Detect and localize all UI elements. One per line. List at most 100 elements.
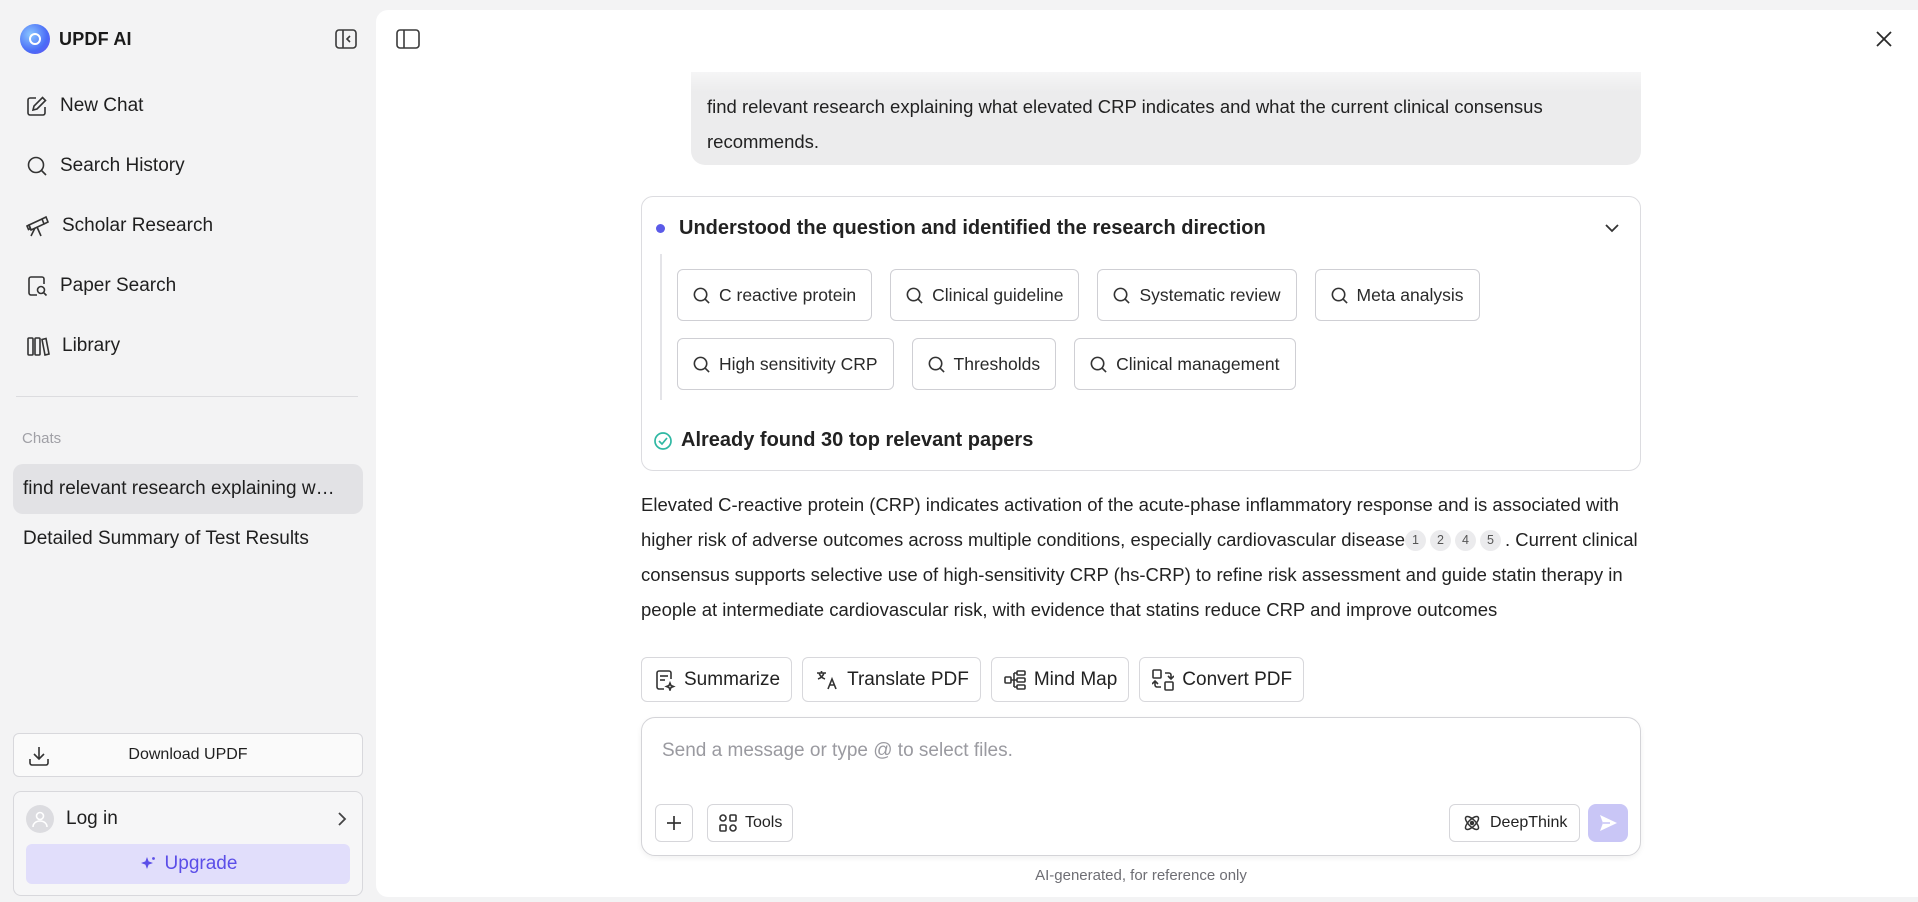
convert-pdf-button[interactable]: Convert PDF [1139, 657, 1305, 702]
edit-icon [27, 96, 47, 116]
plus-icon [667, 816, 681, 830]
upgrade-button[interactable]: Upgrade [26, 844, 350, 884]
chat-panel: find relevant research explaining what e… [376, 10, 1918, 897]
citation-badge[interactable]: 4 [1455, 529, 1477, 551]
search-icon [928, 356, 945, 373]
keyword-label: C reactive protein [719, 284, 857, 305]
collapse-sidebar-button[interactable] [334, 28, 358, 50]
research-header: Understood the question and identified t… [656, 217, 1266, 240]
keyword-label: Clinical management [1116, 353, 1280, 374]
action-label: Mind Map [1033, 668, 1118, 690]
chat-item-title: find relevant research explaining what e… [23, 478, 363, 499]
search-icon [1090, 356, 1107, 373]
action-label: Translate PDF [847, 668, 969, 690]
add-attachment-button[interactable] [655, 804, 693, 842]
citation-badge[interactable]: 1 [1405, 529, 1427, 551]
sidebar-item-label: Paper Search [60, 275, 177, 296]
toggle-panel-button[interactable] [396, 29, 420, 54]
keyword-chip[interactable]: Clinical management [1074, 338, 1296, 390]
keyword-label: Meta analysis [1356, 284, 1464, 305]
brand[interactable]: UPDF AI [20, 24, 132, 54]
sidebar-panel-icon [396, 29, 420, 49]
chat-item-title: Detailed Summary of Test Results [23, 528, 309, 549]
chat-item-active[interactable]: find relevant research explaining what e… [13, 464, 363, 514]
deepthink-label: DeepThink [1490, 814, 1568, 831]
message-input[interactable] [662, 736, 1602, 766]
search-icon [27, 156, 47, 176]
action-label: Summarize [684, 668, 781, 690]
close-icon [1876, 31, 1892, 47]
login-label: Log in [66, 808, 118, 829]
citation-badge[interactable]: 2 [1430, 529, 1452, 551]
sparkle-icon [140, 857, 155, 869]
citation-badge[interactable]: 5 [1480, 529, 1502, 551]
summarize-button[interactable]: Summarize [641, 657, 793, 702]
sidebar-nav: New Chat Search History Scholar Research… [14, 82, 360, 382]
chevron-down-icon[interactable] [1604, 223, 1620, 233]
sidebar: UPDF AI New Chat Search History Scholar … [0, 0, 373, 902]
keyword-label: Thresholds [953, 353, 1041, 374]
chevron-right-icon [338, 812, 347, 826]
updf-logo-icon [20, 24, 50, 54]
send-button[interactable] [1588, 804, 1628, 842]
brand-title: UPDF AI [59, 28, 132, 49]
document-search-icon [28, 276, 48, 297]
quick-actions: Summarize Translate PDF Mind Map Convert… [641, 657, 1305, 702]
search-icon [906, 287, 923, 304]
download-label: Download UPDF [128, 746, 248, 763]
sidebar-collapse-icon [335, 29, 357, 49]
translate-pdf-button[interactable]: Translate PDF [802, 657, 981, 702]
sidebar-item-label: Search History [60, 155, 185, 176]
avatar [26, 805, 54, 833]
sidebar-item-label: Library [62, 335, 121, 356]
keyword-row: High sensitivity CRP Thresholds Clinical… [677, 338, 1597, 390]
sidebar-divider [16, 396, 358, 397]
sidebar-item-new-chat[interactable]: New Chat [14, 82, 360, 130]
chats-section-label: Chats [22, 430, 62, 447]
assistant-answer: Elevated C-reactive protein (CRP) indica… [641, 487, 1651, 627]
keyword-chip[interactable]: Thresholds [911, 338, 1057, 390]
tools-label: Tools [745, 814, 783, 831]
sidebar-item-library[interactable]: Library [14, 322, 360, 370]
mind-map-button[interactable]: Mind Map [990, 657, 1130, 702]
send-icon [1600, 815, 1617, 831]
tools-button[interactable]: Tools [707, 804, 794, 842]
keyword-chip[interactable]: Systematic review [1097, 269, 1297, 321]
check-circle-icon [654, 431, 672, 450]
summarize-icon [656, 669, 676, 691]
scroll-fade [676, 52, 1656, 92]
keyword-label: Clinical guideline [932, 284, 1064, 305]
message-composer: Tools DeepThink [641, 717, 1641, 856]
tools-grid-icon [719, 814, 737, 832]
search-icon [1331, 287, 1348, 304]
deepthink-toggle[interactable]: DeepThink [1449, 804, 1581, 842]
keyword-chip[interactable]: High sensitivity CRP [677, 338, 894, 390]
sidebar-item-paper-search[interactable]: Paper Search [14, 262, 360, 310]
login-button[interactable]: Log in [26, 804, 352, 834]
sidebar-item-search-history[interactable]: Search History [14, 142, 360, 190]
download-icon [29, 747, 49, 766]
status-dot [656, 224, 665, 233]
papers-found: Already found 30 top relevant papers [653, 429, 1033, 452]
chat-item[interactable]: Detailed Summary of Test Results [13, 514, 363, 564]
research-timeline-line [660, 254, 662, 400]
keyword-chip[interactable]: C reactive protein [677, 269, 873, 321]
download-updf-button[interactable]: Download UPDF [13, 733, 363, 777]
account-card: Log in Upgrade [13, 791, 363, 896]
atom-icon [1464, 815, 1480, 831]
sidebar-item-label: Scholar Research [62, 215, 214, 236]
research-keywords: C reactive protein Clinical guideline Sy… [677, 269, 1597, 407]
search-icon [1114, 287, 1131, 304]
research-progress-card: Understood the question and identified t… [641, 196, 1641, 471]
sidebar-item-scholar-research[interactable]: Scholar Research [14, 202, 360, 250]
keyword-chip[interactable]: Meta analysis [1314, 269, 1480, 321]
keyword-label: Systematic review [1139, 284, 1281, 305]
user-icon [32, 811, 48, 828]
close-button[interactable] [1874, 29, 1894, 54]
mind-map-icon [1004, 669, 1026, 690]
search-icon [693, 356, 710, 373]
telescope-icon [26, 215, 50, 237]
library-icon [27, 337, 50, 356]
keyword-chip[interactable]: Clinical guideline [890, 269, 1080, 321]
research-title: Understood the question and identified t… [679, 217, 1266, 239]
